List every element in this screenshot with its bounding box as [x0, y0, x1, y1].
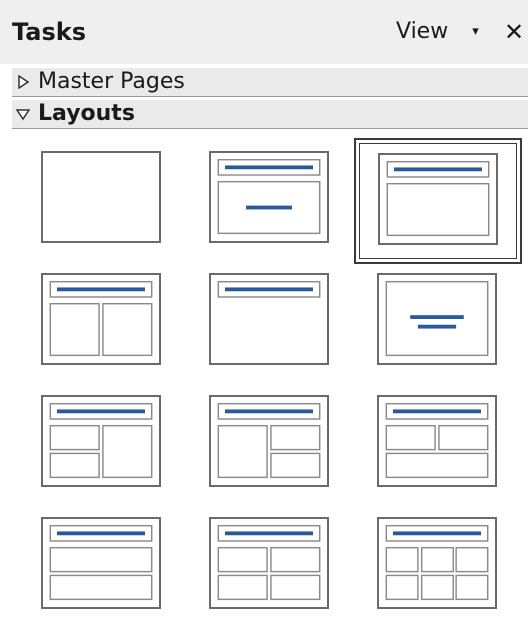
layout-title-6-content[interactable] — [348, 496, 498, 614]
layout-thumbnail-icon — [217, 280, 321, 298]
content-placeholder — [49, 302, 100, 357]
slide-frame — [41, 517, 161, 609]
subtitle-line — [246, 205, 292, 210]
content-placeholder — [455, 574, 489, 601]
view-menu-label: View — [396, 19, 449, 44]
title-bar-line — [57, 287, 145, 292]
layout-title-content[interactable] — [354, 138, 522, 264]
content-placeholder — [455, 546, 489, 573]
title-bar-line — [394, 167, 482, 172]
layout-centered-text[interactable] — [348, 252, 498, 370]
title-bar-line — [225, 287, 313, 292]
content-placeholder — [385, 574, 419, 601]
content-placeholder — [438, 424, 489, 451]
section-layouts[interactable]: Layouts — [12, 100, 528, 129]
content-placeholder — [217, 424, 268, 479]
layout-thumbnail-icon — [49, 280, 153, 357]
content-placeholder — [49, 424, 100, 451]
layout-title-content-over-content[interactable] — [12, 496, 162, 614]
task-pane-titlebar: Tasks View ▾ ✕ — [0, 0, 528, 64]
layout-blank[interactable] — [12, 130, 162, 248]
section-label-master-pages: Master Pages — [38, 69, 185, 94]
collapse-arrow-icon — [12, 100, 34, 128]
content-placeholder — [385, 424, 436, 451]
slide-frame — [209, 395, 329, 487]
view-menu-button[interactable]: View ▾ — [396, 16, 479, 48]
title-bar-line — [393, 531, 481, 536]
title-bar-line — [57, 531, 145, 536]
layout-title-2-content[interactable] — [12, 252, 162, 370]
content-placeholder — [217, 574, 268, 601]
title-bar-line — [225, 531, 313, 536]
layout-thumbnail-icon — [386, 160, 490, 237]
layout-thumbnail-icon — [49, 402, 153, 479]
chevron-down-icon: ▾ — [472, 24, 479, 39]
slide-frame — [377, 395, 497, 487]
content-placeholder — [49, 546, 153, 573]
close-icon[interactable]: ✕ — [504, 16, 528, 48]
title-bar-line — [393, 409, 481, 414]
layout-thumbnail-icon — [385, 280, 489, 357]
layout-title-2-content-over-content[interactable] — [348, 374, 498, 492]
title-bar-line — [225, 165, 313, 170]
content-placeholder — [102, 302, 153, 357]
layout-thumbnail-icon — [217, 158, 321, 235]
content-placeholder — [49, 452, 100, 479]
pane-title: Tasks — [12, 18, 87, 46]
content-placeholder — [385, 452, 489, 479]
title-bar-line — [57, 409, 145, 414]
content-placeholder — [420, 574, 454, 601]
layouts-panel — [12, 130, 528, 628]
centered-line — [410, 315, 464, 319]
layout-thumbnail-icon — [385, 402, 489, 479]
content-placeholder — [49, 574, 153, 601]
content-placeholder — [270, 574, 321, 601]
content-placeholder — [270, 452, 321, 479]
slide-frame — [377, 273, 497, 365]
layout-title-only[interactable] — [180, 252, 330, 370]
content-placeholder — [386, 182, 490, 237]
layout-thumbnail-icon — [385, 524, 489, 601]
content-placeholder — [217, 546, 268, 573]
slide-frame — [41, 273, 161, 365]
section-label-layouts: Layouts — [38, 101, 135, 126]
slide-frame — [378, 153, 498, 245]
content-placeholder — [385, 546, 419, 573]
layout-title-4-content[interactable] — [180, 496, 330, 614]
layout-thumbnail-icon — [217, 402, 321, 479]
content-placeholder — [270, 424, 321, 451]
layout-title-content-2-content[interactable] — [180, 374, 330, 492]
content-placeholder — [420, 546, 454, 573]
layout-thumbnail-icon — [43, 153, 159, 241]
centered-line — [417, 324, 457, 329]
slide-frame — [209, 273, 329, 365]
slide-frame — [209, 151, 329, 243]
section-master-pages[interactable]: Master Pages — [12, 68, 528, 97]
expand-arrow-icon — [12, 68, 34, 96]
slide-frame — [209, 517, 329, 609]
layout-thumbnail-icon — [217, 524, 321, 601]
content-placeholder — [270, 546, 321, 573]
slide-frame — [377, 517, 497, 609]
slide-frame — [41, 151, 161, 243]
content-placeholder — [102, 424, 153, 479]
layout-thumbnail-icon — [49, 524, 153, 601]
layout-title-slide[interactable] — [180, 130, 330, 248]
layout-title-2-content-content[interactable] — [12, 374, 162, 492]
title-bar-line — [225, 409, 313, 414]
slide-frame — [41, 395, 161, 487]
